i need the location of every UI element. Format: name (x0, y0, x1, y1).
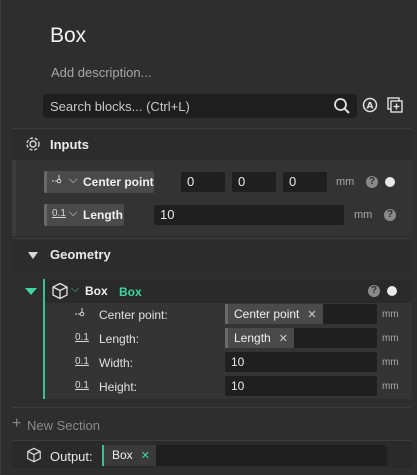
close-icon[interactable]: ✕ (307, 309, 316, 321)
param-label: Center point: (99, 308, 168, 322)
plus-icon[interactable]: + (12, 415, 21, 433)
gear-icon (25, 136, 41, 155)
help-icon[interactable]: ? (368, 285, 380, 297)
divider (12, 128, 411, 129)
divider (12, 238, 411, 239)
number-type-icon: 0.1 (52, 208, 66, 219)
param-input[interactable]: Length ✕ (225, 328, 377, 348)
new-section-button[interactable]: New Section (27, 418, 100, 433)
number-type-icon: 0.1 (75, 356, 89, 367)
input-param-tag[interactable]: ⌵ Center point (44, 171, 154, 193)
inputs-section-header[interactable]: Inputs (12, 130, 412, 160)
point-icon (52, 175, 66, 190)
help-icon[interactable]: ? (366, 176, 378, 188)
param-input[interactable]: 10 (225, 376, 377, 396)
block-param-length: 0.1 Length: Length ✕ mm (45, 327, 412, 350)
number-type-icon: 0.1 (75, 380, 89, 391)
status-dot-icon[interactable] (387, 286, 397, 296)
length-value-field[interactable]: 10 (154, 205, 344, 225)
expand-block-icon[interactable] (25, 288, 37, 295)
input-row-length: 0.1 ⌵ Length 10 mm ? (44, 204, 412, 226)
unit-label: mm (354, 209, 373, 221)
geometry-section-header[interactable]: Geometry (12, 240, 412, 270)
input-param-name: Length (83, 208, 123, 222)
search-input[interactable]: Search blocks... (Ctrl+L) (43, 94, 357, 118)
param-label: Length: (99, 332, 140, 346)
description-field[interactable]: Add description... (51, 65, 151, 80)
output-bar: Output: Box ✕ (12, 440, 412, 468)
reference-chip[interactable]: Center point ✕ (225, 304, 323, 324)
block-editor-panel: Box Add description... Search blocks... … (0, 0, 417, 475)
page-title[interactable]: Box (50, 24, 86, 48)
unit-label: mm (382, 333, 399, 344)
unit-label: mm (336, 176, 355, 188)
param-value: 10 (231, 355, 245, 369)
inputs-section-label: Inputs (50, 137, 89, 152)
block-param-center-point: Center point: Center point ✕ mm (45, 303, 412, 326)
output-input[interactable]: Box ✕ (102, 445, 387, 466)
output-label: Output: (50, 449, 93, 464)
svg-text:A: A (367, 102, 374, 112)
number-type-icon: 0.1 (75, 332, 89, 343)
block-subtitle[interactable]: Box (119, 285, 142, 299)
point-icon (75, 308, 89, 323)
center-point-x-field[interactable]: 0 (181, 172, 225, 192)
block-param-height: 0.1 Height: 10 mm (45, 375, 412, 398)
param-label: Height: (99, 380, 138, 394)
auto-arrange-icon[interactable]: A (361, 96, 379, 117)
divider (12, 407, 411, 408)
param-input[interactable]: 10 (225, 352, 377, 372)
param-value: 10 (231, 379, 245, 393)
unit-label: mm (382, 309, 399, 320)
box-block: ⌵ Box Box ? Center point: Center point ✕ … (43, 279, 412, 399)
chip-label: Box (112, 448, 133, 462)
input-param-tag[interactable]: 0.1 ⌵ Length (44, 204, 124, 226)
collapse-triangle-icon[interactable] (28, 252, 38, 259)
help-icon[interactable]: ? (384, 209, 396, 221)
param-input[interactable]: Center point ✕ (225, 304, 377, 324)
cube-icon (26, 447, 42, 466)
status-dot-icon[interactable] (385, 177, 395, 187)
close-icon[interactable]: ✕ (141, 450, 150, 462)
close-icon[interactable]: ✕ (279, 333, 288, 345)
input-row-center-point: ⌵ Center point 0 0 0 mm ? (44, 171, 412, 193)
block-name: Box (85, 284, 108, 298)
chip-label: Length (234, 331, 271, 345)
center-point-y-field[interactable]: 0 (232, 172, 276, 192)
output-chip[interactable]: Box ✕ (102, 445, 156, 466)
unit-label: mm (382, 357, 399, 368)
search-placeholder: Search blocks... (Ctrl+L) (50, 99, 190, 114)
block-param-width: 0.1 Width: 10 mm (45, 351, 412, 374)
chip-label: Center point (234, 307, 300, 321)
chevron-down-icon[interactable]: ⌵ (69, 174, 77, 187)
unit-label: mm (382, 381, 399, 392)
chevron-down-icon[interactable]: ⌵ (69, 207, 77, 220)
param-label: Width: (99, 356, 134, 370)
reference-chip[interactable]: Length ✕ (225, 328, 294, 348)
search-icon[interactable] (333, 97, 351, 118)
center-point-z-field[interactable]: 0 (283, 172, 327, 192)
chevron-down-icon[interactable]: ⌵ (71, 283, 79, 296)
input-param-name: Center point (83, 175, 154, 189)
block-header[interactable]: ⌵ Box Box ? (45, 279, 412, 303)
geometry-section-label: Geometry (50, 247, 111, 262)
cube-icon (51, 282, 69, 303)
add-block-icon[interactable] (386, 96, 404, 117)
